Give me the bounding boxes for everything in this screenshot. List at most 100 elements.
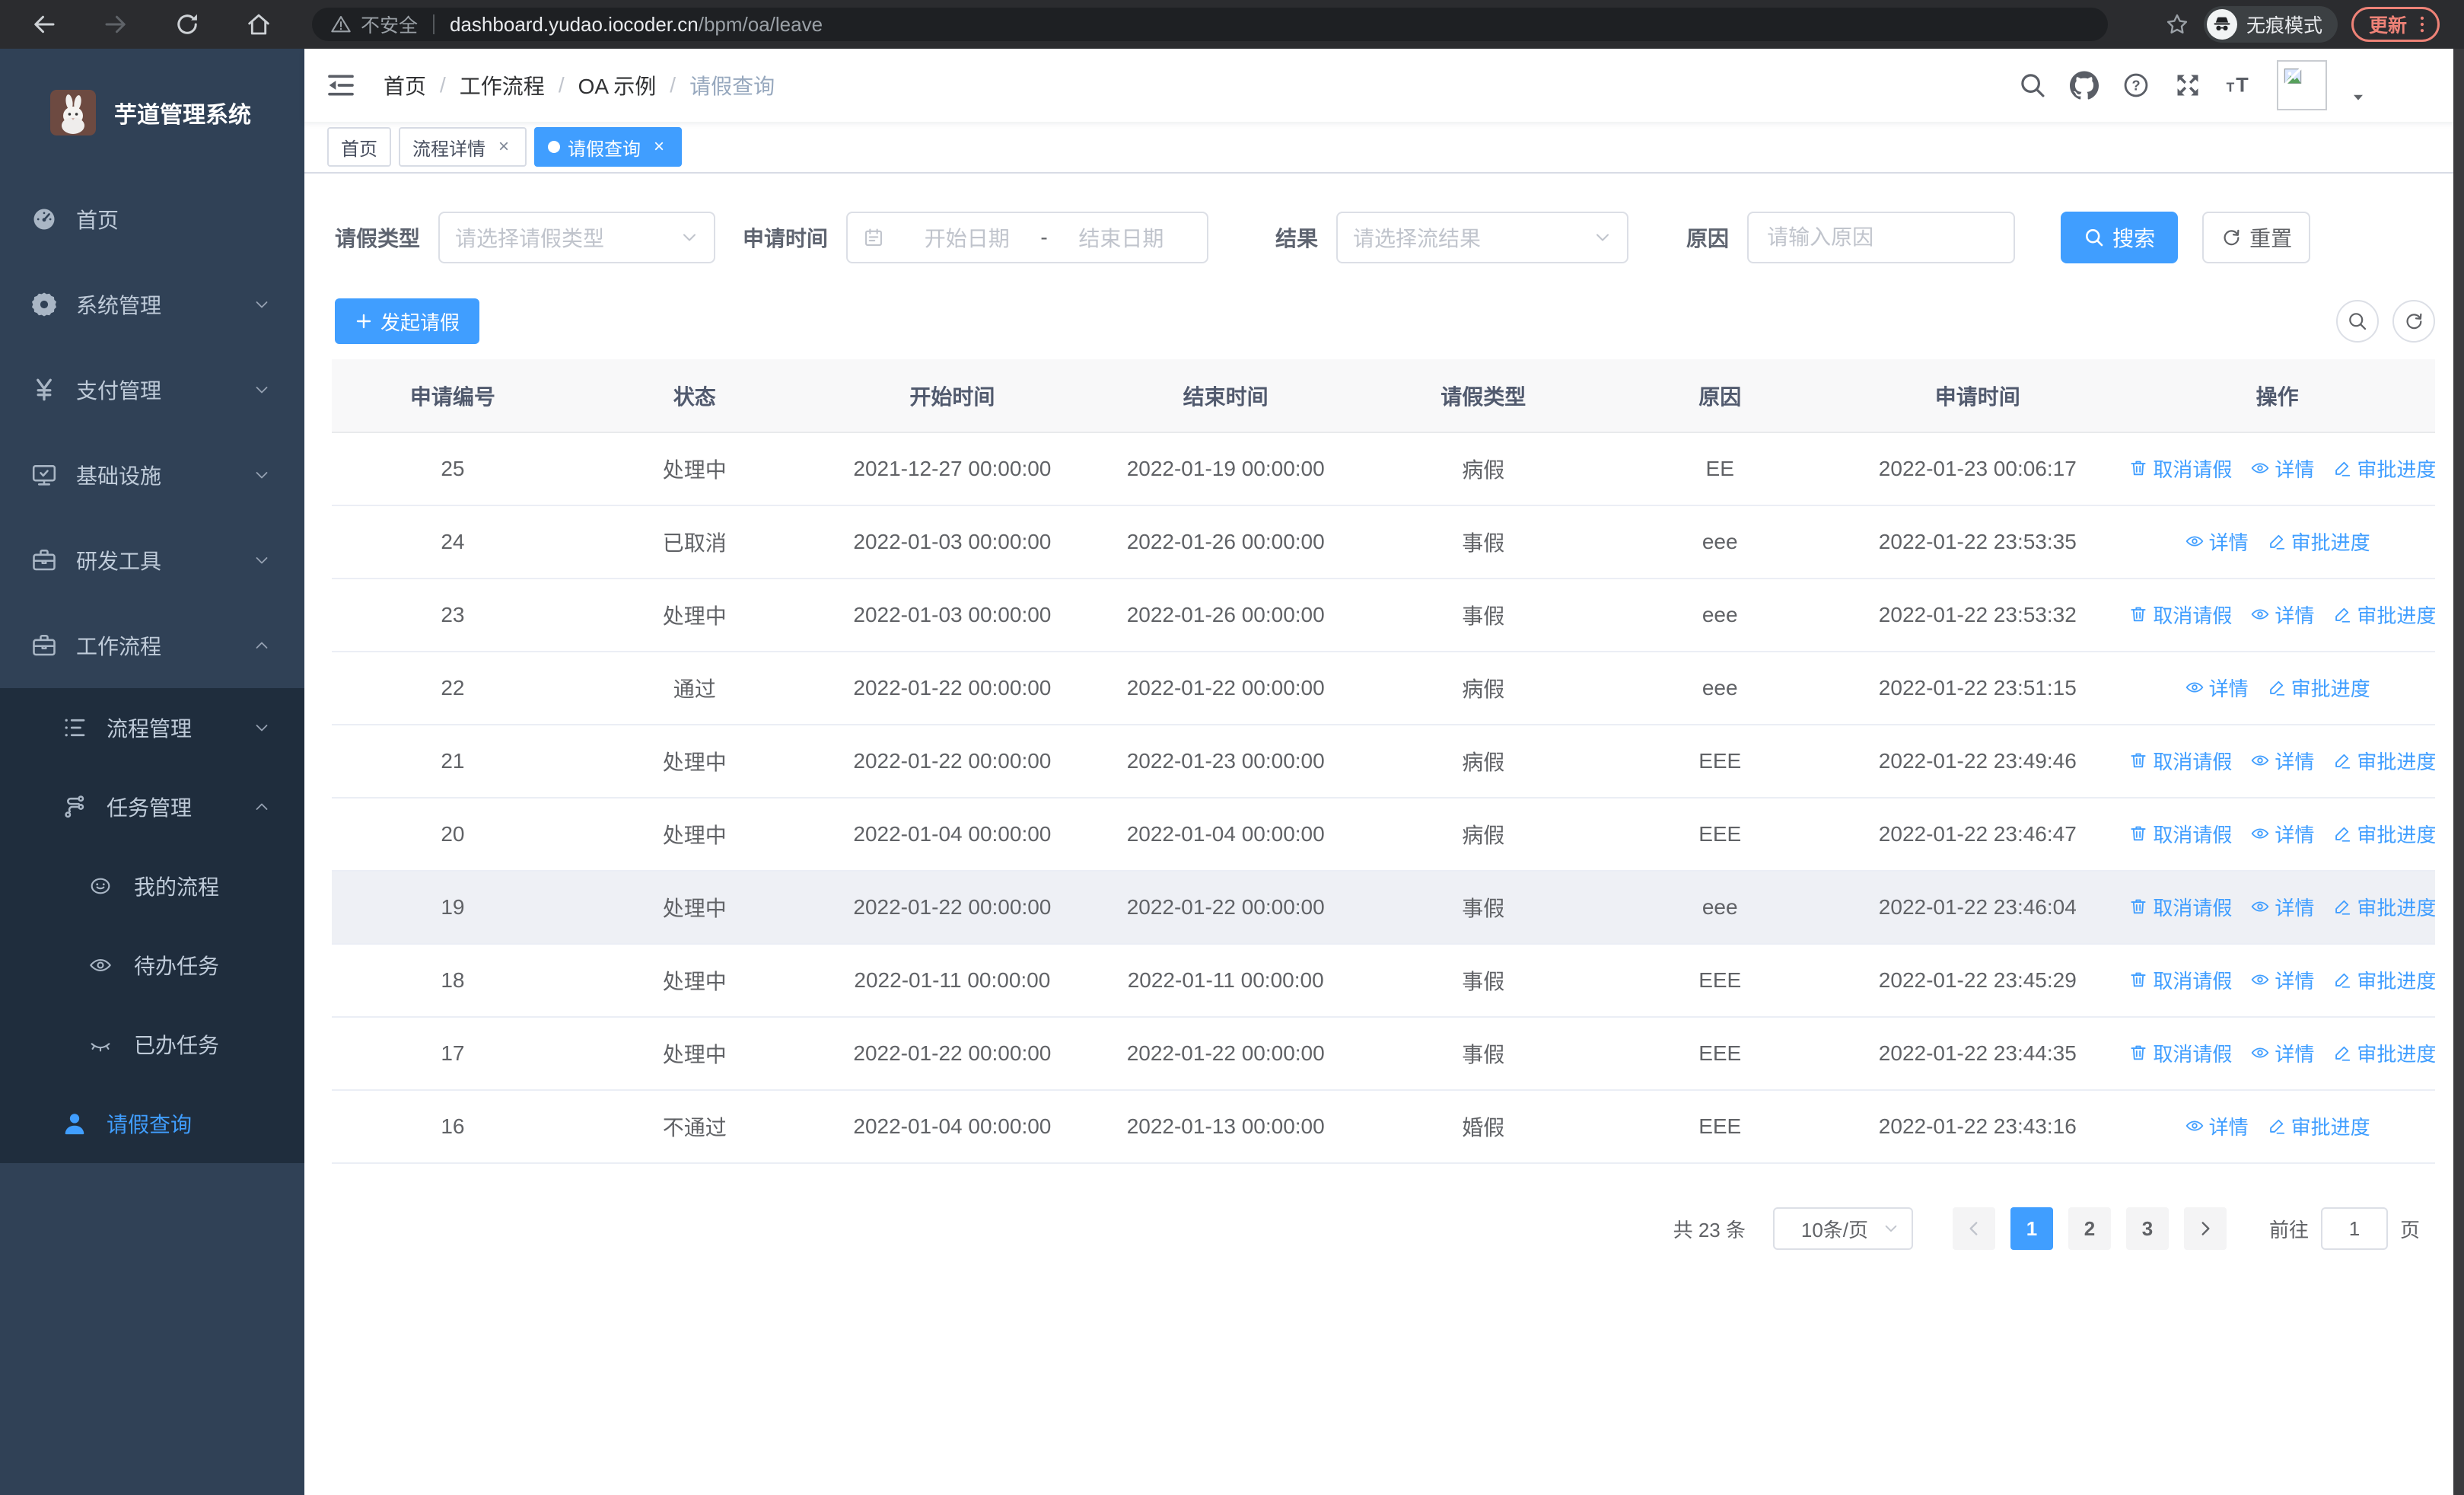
approval-progress-link[interactable]: 审批进度	[2332, 966, 2435, 994]
table-row[interactable]: 22 通过 2022-01-22 00:00:00 2022-01-22 00:00:…	[332, 652, 2435, 725]
approval-progress-link[interactable]: 审批进度	[2332, 601, 2435, 629]
table-row[interactable]: 19 处理中 2022-01-22 00:00:00 2022-01-22 00:00…	[332, 871, 2435, 945]
page-button-2[interactable]: 2	[2068, 1207, 2111, 1250]
apply-time-range-picker[interactable]: 开始日期 - 结束日期	[846, 212, 1209, 263]
table-row[interactable]: 16 不通过 2022-01-04 00:00:00 2022-01-13 00:00…	[332, 1090, 2435, 1164]
sidebar-item-my-process[interactable]: 我的流程	[0, 846, 304, 926]
prev-page-button[interactable]	[1952, 1207, 1995, 1250]
detail-link[interactable]: 详情	[2250, 820, 2314, 848]
avatar[interactable]	[2277, 60, 2327, 110]
help-icon[interactable]: ?	[2122, 71, 2150, 100]
breadcrumb-item[interactable]: 工作流程	[460, 70, 545, 100]
approval-progress-link[interactable]: 审批进度	[2332, 747, 2435, 775]
cell-apply-id: 22	[332, 652, 574, 725]
result-select[interactable]: 请选择流结果	[1336, 212, 1629, 263]
approval-progress-link[interactable]: 审批进度	[2267, 528, 2370, 556]
search-icon[interactable]	[2018, 71, 2047, 100]
table-row[interactable]: 21 处理中 2022-01-22 00:00:00 2022-01-23 00:00…	[332, 725, 2435, 799]
table-row[interactable]: 20 处理中 2022-01-04 00:00:00 2022-01-04 00:00…	[332, 798, 2435, 872]
approval-progress-link[interactable]: 审批进度	[2332, 454, 2435, 483]
fullscreen-icon[interactable]	[2173, 71, 2202, 100]
browser-menu-icon[interactable]	[2411, 14, 2433, 35]
font-size-icon[interactable]: TT	[2225, 71, 2254, 100]
breadcrumb-item[interactable]: 首页	[384, 70, 426, 100]
reason-input[interactable]	[1747, 212, 2016, 263]
sidebar-item-home[interactable]: 首页	[0, 177, 304, 262]
cancel-leave-link[interactable]: 取消请假	[2128, 893, 2232, 921]
sidebar-item-todo-tasks[interactable]: 待办任务	[0, 926, 304, 1005]
browser-home-icon[interactable]	[245, 11, 272, 38]
table-row[interactable]: 24 已取消 2022-01-03 00:00:00 2022-01-26 00:00…	[332, 505, 2435, 579]
close-icon[interactable]: ×	[495, 136, 513, 158]
cell-status: 通过	[573, 652, 816, 725]
reset-button[interactable]: 重置	[2202, 212, 2311, 263]
detail-link[interactable]: 详情	[2250, 966, 2314, 994]
search-button[interactable]: 搜索	[2061, 212, 2179, 263]
window-scrollbar[interactable]	[2453, 49, 2464, 1495]
address-bar[interactable]: 不安全 dashboard.yudao.iocoder.cn/bpm/oa/le…	[312, 8, 2108, 41]
cancel-leave-link[interactable]: 取消请假	[2128, 601, 2232, 629]
sidebar-item-dev-tools[interactable]: 研发工具	[0, 518, 304, 603]
browser-back-icon[interactable]	[30, 11, 58, 38]
sidebar-item-done-tasks[interactable]: 已办任务	[0, 1005, 304, 1084]
browser-reload-icon[interactable]	[173, 11, 201, 38]
cancel-leave-link[interactable]: 取消请假	[2128, 966, 2232, 994]
approval-progress-link[interactable]: 审批进度	[2267, 1112, 2370, 1140]
detail-link[interactable]: 详情	[2250, 1039, 2314, 1067]
omnibox-separator	[433, 14, 435, 34]
detail-link[interactable]: 详情	[2185, 528, 2249, 556]
detail-link[interactable]: 详情	[2250, 893, 2314, 921]
sidebar-item-system-management[interactable]: 系统管理	[0, 262, 304, 347]
table-search-button[interactable]	[2336, 300, 2379, 343]
detail-link[interactable]: 详情	[2185, 674, 2249, 702]
close-icon[interactable]: ×	[650, 136, 668, 158]
cancel-leave-link[interactable]: 取消请假	[2128, 1039, 2232, 1067]
table-row[interactable]: 18 处理中 2022-01-11 00:00:00 2022-01-11 00:00…	[332, 944, 2435, 1018]
page-size-select[interactable]: 10条/页	[1772, 1207, 1913, 1250]
breadcrumb-item[interactable]: OA 示例	[578, 70, 657, 100]
approval-progress-link[interactable]: 审批进度	[2332, 820, 2435, 848]
cell-leave-type: 事假	[1362, 871, 1605, 945]
avatar-caret-icon[interactable]	[2350, 89, 2367, 106]
cell-start-time: 2022-01-11 00:00:00	[815, 944, 1090, 1018]
process-detail-tab[interactable]: 流程详情 ×	[399, 127, 527, 167]
result-label: 结果	[1275, 227, 1319, 250]
cancel-leave-link[interactable]: 取消请假	[2128, 747, 2232, 775]
leave-type-select[interactable]: 请选择请假类型	[438, 212, 716, 263]
sidebar-item-payment-management[interactable]: 支付管理	[0, 347, 304, 432]
action-label: 取消请假	[2153, 1042, 2233, 1066]
cancel-leave-link[interactable]: 取消请假	[2128, 454, 2232, 483]
table-row[interactable]: 23 处理中 2022-01-03 00:00:00 2022-01-26 00:00…	[332, 579, 2435, 652]
page-button-1[interactable]: 1	[2010, 1207, 2053, 1250]
github-icon[interactable]	[2070, 71, 2099, 100]
detail-link[interactable]: 详情	[2250, 747, 2314, 775]
table-row[interactable]: 17 处理中 2022-01-22 00:00:00 2022-01-22 00:00…	[332, 1017, 2435, 1091]
browser-update-button[interactable]: 更新	[2351, 7, 2440, 42]
approval-progress-link[interactable]: 审批进度	[2267, 674, 2370, 702]
sidebar-item-leave-query[interactable]: 请假查询	[0, 1084, 304, 1163]
create-leave-button[interactable]: 发起请假	[335, 298, 480, 344]
table-row[interactable]: 25 处理中 2021-12-27 00:00:00 2022-01-19 00:00…	[332, 432, 2435, 506]
detail-link[interactable]: 详情	[2250, 454, 2314, 483]
page-button-3[interactable]: 3	[2125, 1207, 2169, 1250]
goto-page-input[interactable]	[2320, 1207, 2388, 1250]
app-logo-avatar	[50, 90, 96, 135]
browser-forward-icon[interactable]	[102, 11, 129, 38]
table-refresh-button[interactable]	[2392, 300, 2435, 343]
sidebar-item-workflow[interactable]: 工作流程	[0, 603, 304, 688]
detail-link[interactable]: 详情	[2250, 601, 2314, 629]
sidebar-item-infrastructure[interactable]: 基础设施	[0, 432, 304, 518]
approval-progress-link[interactable]: 审批进度	[2332, 893, 2435, 921]
bookmark-star-icon[interactable]	[2164, 11, 2190, 37]
cancel-leave-link[interactable]: 取消请假	[2128, 820, 2232, 848]
leave-query-tab[interactable]: 请假查询 ×	[534, 127, 682, 167]
home-tab[interactable]: 首页	[327, 127, 391, 167]
collapse-menu-icon[interactable]	[326, 70, 356, 100]
approval-progress-link[interactable]: 审批进度	[2332, 1039, 2435, 1067]
next-page-button[interactable]	[2183, 1207, 2227, 1250]
sidebar-item-task-management[interactable]: 任务管理	[0, 767, 304, 846]
detail-link[interactable]: 详情	[2185, 1112, 2249, 1140]
sidebar-item-process-management[interactable]: 流程管理	[0, 688, 304, 767]
action-label: 审批进度	[2357, 969, 2435, 993]
app-logo-row[interactable]: 芋道管理系统	[0, 49, 304, 177]
